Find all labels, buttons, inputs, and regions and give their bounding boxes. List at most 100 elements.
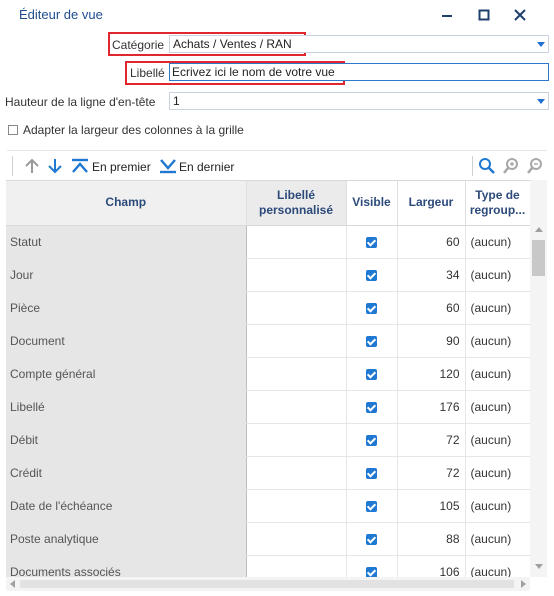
categorie-select[interactable]: Achats / Ventes / RAN xyxy=(169,35,549,53)
cell-largeur[interactable]: 34 xyxy=(397,258,466,292)
table-row[interactable]: Débit 72 (aucun) xyxy=(6,423,530,457)
table-row[interactable]: Jour 34 (aucun) xyxy=(6,258,530,292)
visible-checkbox[interactable] xyxy=(366,533,377,545)
vertical-scrollbar[interactable] xyxy=(530,180,547,577)
cell-libelle[interactable] xyxy=(246,291,347,325)
libelle-input[interactable] xyxy=(169,63,549,81)
horizontal-scrollbar[interactable] xyxy=(6,577,530,591)
cell-champ[interactable]: Débit xyxy=(6,423,247,457)
cell-type[interactable]: (aucun) xyxy=(465,225,530,259)
table-row[interactable]: Statut 60 (aucun) xyxy=(6,225,530,259)
scroll-left-icon[interactable] xyxy=(10,580,15,588)
cell-libelle[interactable] xyxy=(246,522,347,556)
cell-champ[interactable]: Compte général xyxy=(6,357,247,391)
cell-libelle[interactable] xyxy=(246,456,347,490)
minimize-button[interactable] xyxy=(433,4,461,26)
cell-champ[interactable]: Jour xyxy=(6,258,247,292)
cell-champ[interactable]: Poste analytique xyxy=(6,522,247,556)
cell-champ[interactable]: Document xyxy=(6,324,247,358)
cell-libelle[interactable] xyxy=(246,357,347,391)
move-first-icon[interactable] xyxy=(70,157,90,175)
visible-checkbox[interactable] xyxy=(366,566,377,577)
column-header-type[interactable]: Type de regroup... xyxy=(465,181,530,226)
cell-champ[interactable]: Documents associés xyxy=(6,555,247,577)
search-icon[interactable] xyxy=(478,157,496,175)
cell-largeur[interactable]: 72 xyxy=(397,423,466,457)
cell-largeur[interactable]: 106 xyxy=(397,555,466,577)
cell-type[interactable]: (aucun) xyxy=(465,522,530,556)
cell-largeur[interactable]: 90 xyxy=(397,324,466,358)
table-row[interactable]: Date de l'échéance 105 (aucun) xyxy=(6,489,530,523)
move-first-button[interactable]: En premier xyxy=(92,160,151,174)
cell-libelle[interactable] xyxy=(246,324,347,358)
cell-largeur[interactable]: 88 xyxy=(397,522,466,556)
cell-largeur[interactable]: 60 xyxy=(397,225,466,259)
cell-type[interactable]: (aucun) xyxy=(465,357,530,391)
cell-visible[interactable] xyxy=(346,357,398,391)
cell-type[interactable]: (aucun) xyxy=(465,555,530,577)
zoom-out-icon[interactable] xyxy=(526,157,544,175)
column-header-champ[interactable]: Champ xyxy=(6,181,247,226)
cell-visible[interactable] xyxy=(346,456,398,490)
adapter-checkbox[interactable] xyxy=(8,125,18,135)
cell-visible[interactable] xyxy=(346,489,398,523)
cell-visible[interactable] xyxy=(346,555,398,577)
table-row[interactable]: Crédit 72 (aucun) xyxy=(6,456,530,490)
zoom-in-icon[interactable] xyxy=(502,157,520,175)
cell-type[interactable]: (aucun) xyxy=(465,390,530,424)
visible-checkbox[interactable] xyxy=(366,368,377,380)
visible-checkbox[interactable] xyxy=(366,401,377,413)
column-header-visible[interactable]: Visible xyxy=(346,181,398,226)
cell-libelle[interactable] xyxy=(246,489,347,523)
cell-visible[interactable] xyxy=(346,522,398,556)
scroll-down-icon[interactable] xyxy=(535,564,543,569)
table-row[interactable]: Libellé 176 (aucun) xyxy=(6,390,530,424)
scroll-thumb[interactable] xyxy=(532,240,545,276)
arrow-down-icon[interactable] xyxy=(46,157,64,175)
cell-libelle[interactable] xyxy=(246,423,347,457)
maximize-button[interactable] xyxy=(470,4,498,26)
arrow-up-icon[interactable] xyxy=(23,157,41,175)
cell-libelle[interactable] xyxy=(246,555,347,577)
cell-champ[interactable]: Libellé xyxy=(6,390,247,424)
table-row[interactable]: Poste analytique 88 (aucun) xyxy=(6,522,530,556)
cell-largeur[interactable]: 60 xyxy=(397,291,466,325)
hauteur-select[interactable]: 1 xyxy=(169,92,549,110)
scroll-right-icon[interactable] xyxy=(521,580,526,588)
visible-checkbox[interactable] xyxy=(366,434,377,446)
cell-largeur[interactable]: 120 xyxy=(397,357,466,391)
cell-type[interactable]: (aucun) xyxy=(465,258,530,292)
cell-champ[interactable]: Crédit xyxy=(6,456,247,490)
cell-type[interactable]: (aucun) xyxy=(465,456,530,490)
cell-libelle[interactable] xyxy=(246,390,347,424)
cell-visible[interactable] xyxy=(346,225,398,259)
cell-largeur[interactable]: 176 xyxy=(397,390,466,424)
cell-champ[interactable]: Date de l'échéance xyxy=(6,489,247,523)
column-header-largeur[interactable]: Largeur xyxy=(397,181,466,226)
scroll-thumb[interactable] xyxy=(20,580,514,588)
cell-libelle[interactable] xyxy=(246,258,347,292)
cell-visible[interactable] xyxy=(346,258,398,292)
table-row[interactable]: Compte général 120 (aucun) xyxy=(6,357,530,391)
table-row[interactable]: Documents associés 106 (aucun) xyxy=(6,555,530,577)
visible-checkbox[interactable] xyxy=(366,500,377,512)
cell-visible[interactable] xyxy=(346,390,398,424)
scroll-up-icon[interactable] xyxy=(535,227,543,232)
cell-largeur[interactable]: 105 xyxy=(397,489,466,523)
visible-checkbox[interactable] xyxy=(366,302,377,314)
visible-checkbox[interactable] xyxy=(366,269,377,281)
move-last-button[interactable]: En dernier xyxy=(179,160,234,174)
column-header-libelle[interactable]: Libellé personnalisé xyxy=(245,181,347,226)
close-button[interactable] xyxy=(506,4,534,26)
visible-checkbox[interactable] xyxy=(366,335,377,347)
cell-visible[interactable] xyxy=(346,291,398,325)
cell-largeur[interactable]: 72 xyxy=(397,456,466,490)
cell-visible[interactable] xyxy=(346,324,398,358)
cell-visible[interactable] xyxy=(346,423,398,457)
visible-checkbox[interactable] xyxy=(366,467,377,479)
cell-type[interactable]: (aucun) xyxy=(465,291,530,325)
cell-champ[interactable]: Statut xyxy=(6,225,247,259)
cell-champ[interactable]: Pièce xyxy=(6,291,247,325)
cell-type[interactable]: (aucun) xyxy=(465,324,530,358)
visible-checkbox[interactable] xyxy=(366,236,377,248)
